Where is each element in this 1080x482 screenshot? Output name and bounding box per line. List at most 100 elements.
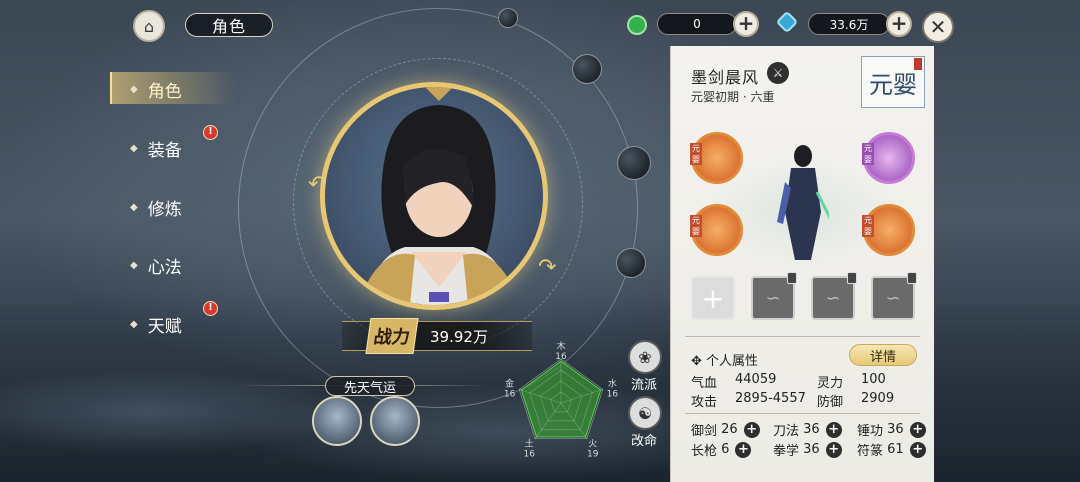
radar-element-label: 木 xyxy=(556,340,565,352)
diamond-bullet-icon: ◆ xyxy=(130,318,138,330)
page-title: 角色 xyxy=(185,13,273,37)
radar-element-value: 16 xyxy=(524,450,536,460)
pavilion-icon: ⌂ xyxy=(143,16,155,36)
character-info-panel: 墨剑晨风 ⚔ 元婴初期 · 六重 元婴 元婴 元婴 元婴 元婴 + ∽ ∽ ∽ … xyxy=(670,46,934,482)
character-name: 墨剑晨风 xyxy=(691,68,760,87)
skill-slot[interactable]: 元婴 xyxy=(862,132,915,184)
rotate-left-arrow-icon[interactable]: ↶ xyxy=(308,172,326,197)
diamond-bullet-icon: ◆ xyxy=(130,142,138,154)
radar-element-label: 火 xyxy=(588,439,597,450)
nav-item-equipment[interactable]: ◆ 装备 xyxy=(130,133,182,163)
school-label: 流派 xyxy=(631,378,658,393)
currency1-amount: 0 xyxy=(657,13,737,35)
luck-label: 先天气运 xyxy=(325,376,415,396)
alert-badge: ! xyxy=(203,301,218,316)
details-button[interactable]: 详情 xyxy=(849,344,917,366)
radar-element-value: 16 xyxy=(607,389,619,399)
add-point-button[interactable]: + xyxy=(909,421,926,438)
lock-icon xyxy=(847,272,857,284)
radar-element-label: 土 xyxy=(525,438,534,450)
home-button[interactable]: ⌂ xyxy=(133,10,165,42)
radar-element-value: 16 xyxy=(555,352,567,362)
divider xyxy=(685,336,920,337)
realm-level: 元婴初期 · 六重 xyxy=(691,90,775,104)
stat-attack-value: 2895-4557 xyxy=(735,391,806,406)
stat-mana-label: 灵力 xyxy=(817,376,844,391)
add-point-button[interactable]: + xyxy=(735,441,752,458)
orbit-orb xyxy=(616,248,646,278)
attributes-star-icon: ✥ xyxy=(691,354,707,369)
character-portrait[interactable] xyxy=(320,82,548,310)
stat-hp-label: 气血 xyxy=(691,376,718,391)
divider xyxy=(685,413,920,414)
luck-companion-avatar[interactable] xyxy=(370,396,420,446)
diamond-bullet-icon: ◆ xyxy=(130,201,138,213)
orbit-orb xyxy=(572,54,602,84)
radar-element-label: 金 xyxy=(505,377,514,389)
power-value: 39.92万 xyxy=(430,328,488,346)
skill-slot[interactable]: 元婴 xyxy=(690,132,743,184)
close-button[interactable]: ✕ xyxy=(922,11,954,43)
locked-gear-slot[interactable]: ∽ xyxy=(751,272,797,320)
school-icon: ❀ xyxy=(638,347,652,367)
add-point-button[interactable]: + xyxy=(909,441,926,458)
nav-item-talent[interactable]: ◆ 天赋 xyxy=(130,309,182,339)
add-currency2-button[interactable]: + xyxy=(886,11,912,37)
stat-attack-label: 攻击 xyxy=(691,395,718,410)
fate-button[interactable]: ☯ xyxy=(628,396,662,430)
radar-value-area xyxy=(520,360,602,438)
locked-gear-slot[interactable]: ∽ xyxy=(871,272,917,320)
close-icon: ✕ xyxy=(929,15,947,39)
weapon-skill-blade: 刀法 36 + xyxy=(773,420,842,439)
orbit-orb xyxy=(617,146,651,180)
radar-element-value: 19 xyxy=(587,450,599,460)
skill-tag: 元婴 xyxy=(862,143,874,165)
character-figure xyxy=(777,145,829,260)
stat-defense-value: 2909 xyxy=(861,391,895,406)
diamond-bullet-icon: ◆ xyxy=(130,259,138,271)
add-currency1-button[interactable]: + xyxy=(733,11,759,37)
lock-icon xyxy=(787,272,797,284)
diamond-bullet-icon: ◆ xyxy=(130,83,138,95)
nav-item-mind-method[interactable]: ◆ 心法 xyxy=(130,250,182,280)
skill-tag: 元婴 xyxy=(862,215,874,237)
stat-defense-label: 防御 xyxy=(817,395,844,410)
fate-icon: ☯ xyxy=(637,403,653,423)
weapon-skill-fist: 拳学 36 + xyxy=(773,440,842,459)
skill-tag: 元婴 xyxy=(690,215,702,237)
add-gear-slot[interactable]: + xyxy=(691,276,735,320)
school-button[interactable]: ❀ xyxy=(628,340,662,374)
weapon-skill-talisman: 符篆 61 + xyxy=(857,440,926,459)
radar-element-value: 16 xyxy=(504,389,516,399)
sword-class-icon: ⚔ xyxy=(767,62,789,84)
jade-currency-icon xyxy=(627,15,647,35)
orbit-orb xyxy=(498,8,518,28)
add-point-button[interactable]: + xyxy=(825,421,842,438)
nav-item-label: 修炼 xyxy=(147,199,182,220)
add-point-button[interactable]: + xyxy=(743,421,760,438)
stat-mana-value: 100 xyxy=(861,372,886,387)
luck-companion-avatar[interactable] xyxy=(312,396,362,446)
skill-slot[interactable]: 元婴 xyxy=(690,204,743,256)
rotate-right-arrow-icon[interactable]: ↷ xyxy=(538,255,556,280)
lock-icon xyxy=(907,272,917,284)
attributes-title: ✥ 个人属性 xyxy=(691,354,759,369)
nav-item-label: 角色 xyxy=(147,81,182,102)
radar-element-label: 水 xyxy=(608,377,617,389)
nav-item-label: 天赋 xyxy=(147,316,182,337)
currency2-amount: 33.6万 xyxy=(808,13,890,35)
weapon-skill-spear: 长枪 6 + xyxy=(691,440,752,459)
weapon-skill-sword: 御剑 26 + xyxy=(691,420,760,439)
add-point-button[interactable]: + xyxy=(825,441,842,458)
alert-badge: ! xyxy=(203,125,218,140)
fate-label: 改命 xyxy=(631,434,658,449)
nav-item-cultivation[interactable]: ◆ 修炼 xyxy=(130,192,182,222)
nav-item-role[interactable]: ◆ 角色 xyxy=(130,74,182,104)
scroll-icon: ∽ xyxy=(825,287,841,309)
locked-gear-slot[interactable]: ∽ xyxy=(811,272,857,320)
stat-hp-value: 44059 xyxy=(735,372,777,387)
nav-item-label: 心法 xyxy=(147,257,182,278)
scroll-icon: ∽ xyxy=(765,287,781,309)
skill-slot[interactable]: 元婴 xyxy=(862,204,915,256)
character-portrait-art xyxy=(365,87,513,305)
